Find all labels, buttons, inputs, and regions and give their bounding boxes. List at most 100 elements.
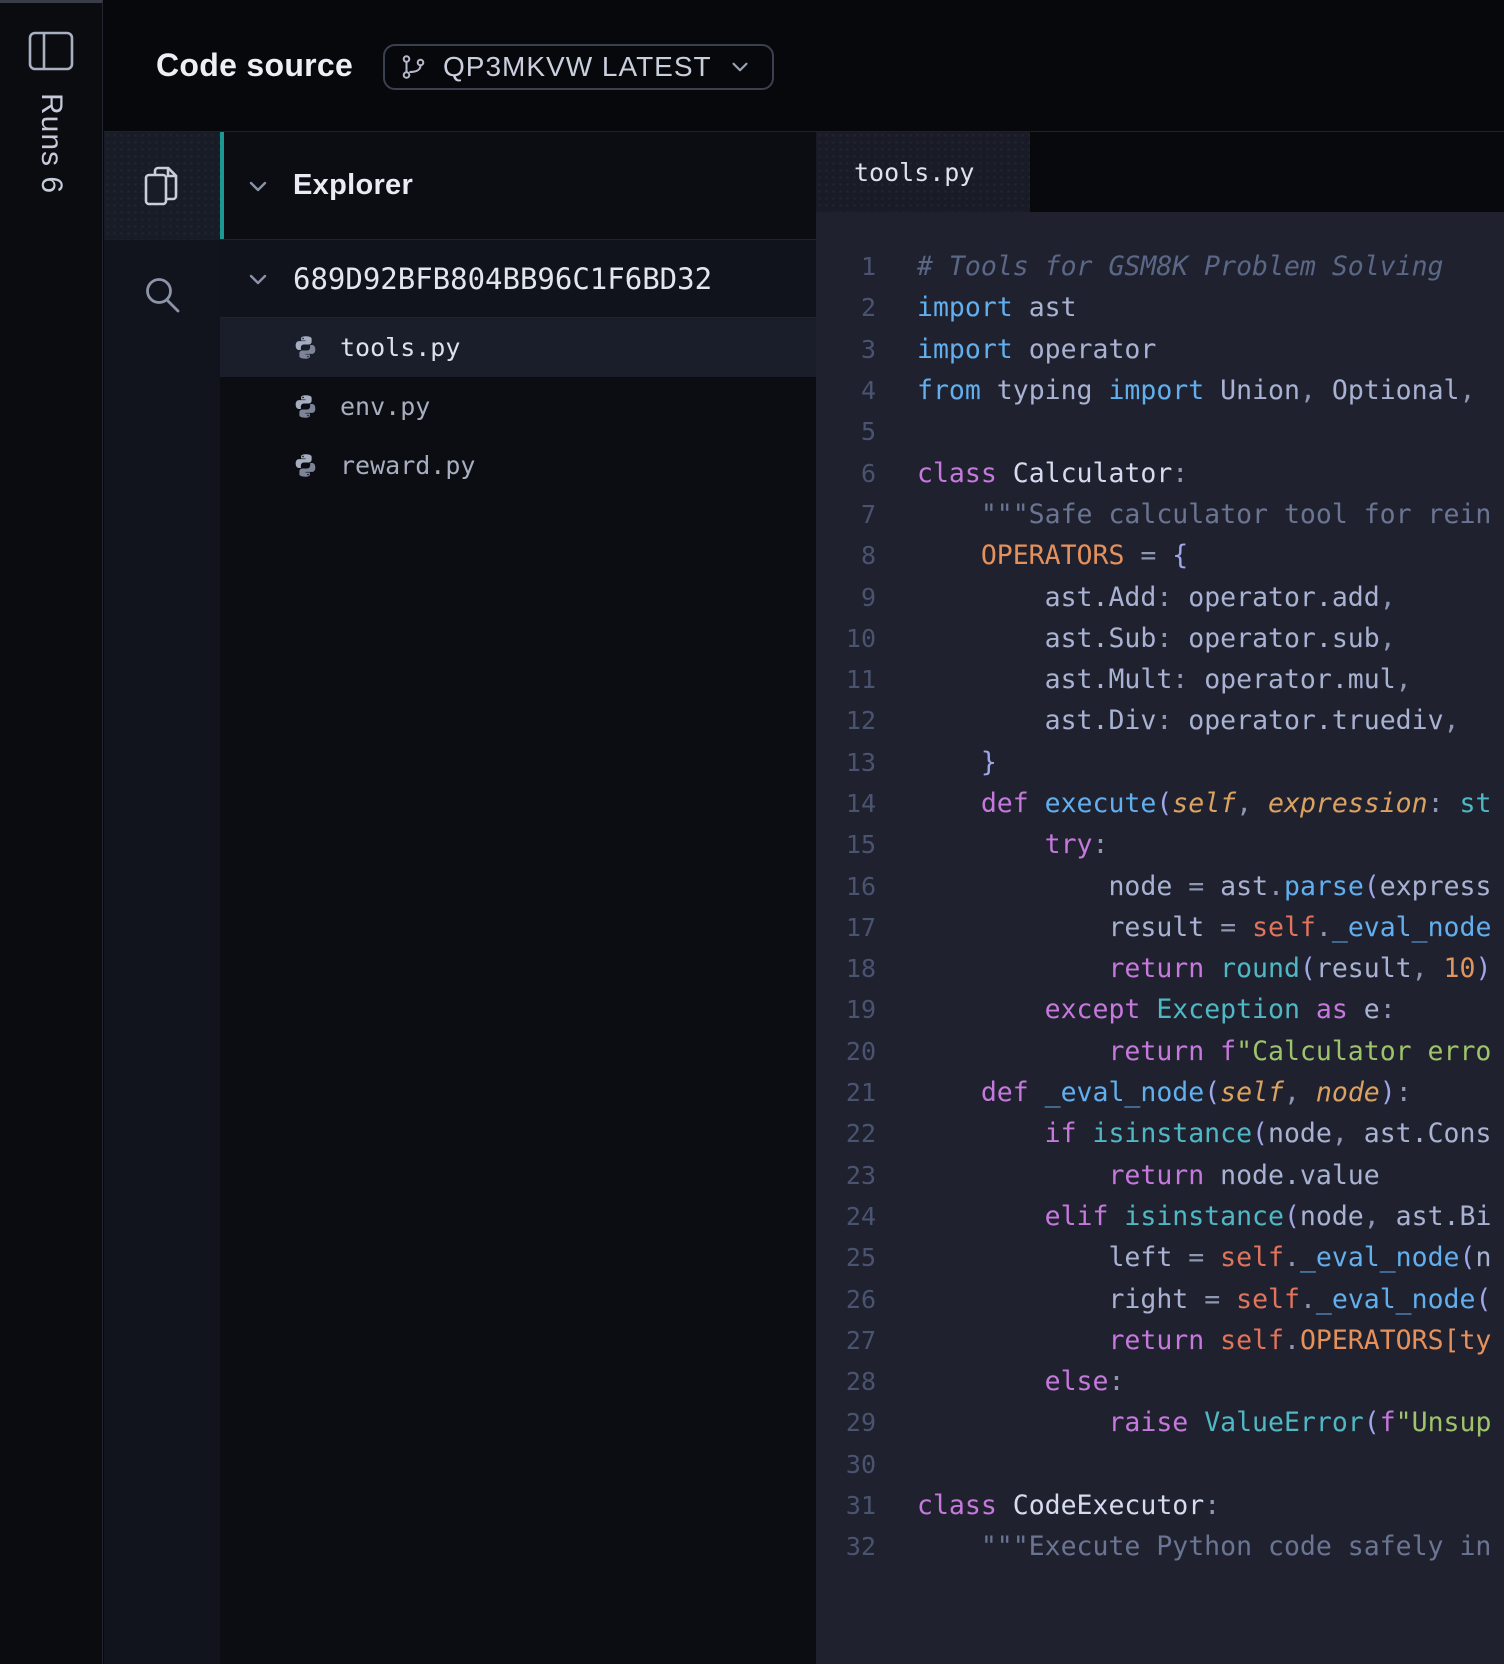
line-number: 28 — [816, 1367, 876, 1396]
line-text: return f"Calculator erro — [917, 1036, 1491, 1067]
python-file-icon — [292, 393, 319, 420]
python-file-icon — [292, 334, 319, 361]
line-text: """Safe calculator tool for rein — [917, 499, 1491, 530]
line-number: 10 — [816, 624, 876, 653]
search-icon — [140, 274, 184, 318]
version-selector-button[interactable]: QP3MKVW LATEST — [383, 44, 774, 90]
line-text: ast.Div: operator.truediv, — [917, 705, 1460, 736]
folder-row[interactable]: 689D92BFB804BB96C1F6BD32 — [220, 240, 816, 318]
line-number: 9 — [816, 583, 876, 612]
panel-toggle-button[interactable] — [28, 29, 78, 73]
code-line-14: 14 def execute(self, expression: st — [816, 783, 1504, 824]
file-item-reward.py[interactable]: reward.py — [220, 436, 816, 495]
code-line-3: 3 import operator — [816, 329, 1504, 370]
runs-tab[interactable]: Runs 6 — [34, 93, 68, 194]
file-item-env.py[interactable]: env.py — [220, 377, 816, 436]
code-line-28: 28 else: — [816, 1361, 1504, 1402]
line-text: ast.Mult: operator.mul, — [917, 664, 1412, 695]
top-header: Code source QP3MKVW LATEST — [104, 0, 1504, 132]
tab-label: tools.py — [854, 158, 974, 187]
line-number: 11 — [816, 665, 876, 694]
line-text: else: — [917, 1366, 1124, 1397]
line-number: 16 — [816, 872, 876, 901]
line-number: 1 — [816, 252, 876, 281]
line-text: raise ValueError(f"Unsup — [917, 1407, 1491, 1438]
line-text: } — [917, 747, 997, 778]
line-text: return self.OPERATORS[ty — [917, 1325, 1491, 1356]
line-number: 24 — [816, 1202, 876, 1231]
code-line-31: 31 class CodeExecutor: — [816, 1485, 1504, 1526]
line-text: elif isinstance(node, ast.Bi — [917, 1201, 1491, 1232]
line-number: 20 — [816, 1037, 876, 1066]
line-text: class Calculator: — [917, 458, 1188, 489]
code-line-4: 4from typing import Union, Optional, — [816, 370, 1504, 411]
git-branch-icon — [401, 54, 427, 80]
activity-files-view[interactable] — [104, 132, 220, 240]
folder-name: 689D92BFB804BB96C1F6BD32 — [293, 262, 712, 296]
editor-panel: tools.py 1 # Tools for GSM8K Problem Solv… — [816, 132, 1504, 1664]
code-line-26: 26 right = self._eval_node( — [816, 1278, 1504, 1319]
code-line-29: 29 raise ValueError(f"Unsup — [816, 1402, 1504, 1443]
line-text: node = ast.parse(express — [917, 871, 1491, 902]
files-icon — [139, 163, 185, 209]
line-text: OPERATORS = { — [917, 540, 1188, 571]
line-number: 21 — [816, 1078, 876, 1107]
code-line-24: 24 elif isinstance(node, ast.Bi — [816, 1196, 1504, 1237]
explorer-header[interactable]: Explorer — [220, 132, 816, 240]
file-name: env.py — [340, 392, 430, 421]
code-line-23: 23 return node.value — [816, 1155, 1504, 1196]
file-name: reward.py — [340, 451, 475, 480]
line-number: 26 — [816, 1285, 876, 1314]
code-line-12: 12 ast.Div: operator.truediv, — [816, 700, 1504, 741]
python-file-icon — [292, 452, 319, 479]
line-number: 18 — [816, 954, 876, 983]
line-number: 27 — [816, 1326, 876, 1355]
explorer-panel: Explorer 689D92BFB804BB96C1F6BD32 tools.… — [220, 132, 816, 1664]
code-line-32: 32 """Execute Python code safely in — [816, 1526, 1504, 1567]
line-number: 8 — [816, 541, 876, 570]
file-name: tools.py — [340, 333, 460, 362]
line-text: import ast — [917, 292, 1077, 323]
line-number: 6 — [816, 459, 876, 488]
code-line-13: 13 } — [816, 742, 1504, 783]
line-text: """Execute Python code safely in — [917, 1531, 1491, 1562]
file-list: tools.py env.py reward.py — [220, 318, 816, 495]
line-number: 13 — [816, 748, 876, 777]
line-number: 3 — [816, 335, 876, 364]
line-text: # Tools for GSM8K Problem Solving — [917, 251, 1444, 282]
line-number: 4 — [816, 376, 876, 405]
code-line-17: 17 result = self._eval_node — [816, 907, 1504, 948]
code-line-2: 2import ast — [816, 287, 1504, 328]
code-line-8: 8 OPERATORS = { — [816, 535, 1504, 576]
activity-bar — [104, 132, 220, 1664]
page-title: Code source — [156, 0, 353, 131]
code-line-18: 18 return round(result, 10) — [816, 948, 1504, 989]
file-item-tools.py[interactable]: tools.py — [220, 318, 816, 377]
line-text: left = self._eval_node(n — [917, 1242, 1491, 1273]
tab-tools-py[interactable]: tools.py — [816, 132, 1030, 212]
line-text: result = self._eval_node — [917, 912, 1491, 943]
line-number: 19 — [816, 995, 876, 1024]
line-number: 30 — [816, 1450, 876, 1479]
code-area[interactable]: 1 # Tools for GSM8K Problem Solving 2impor… — [816, 212, 1504, 1664]
line-text: return node.value — [917, 1160, 1380, 1191]
left-rail: Runs 6 — [0, 0, 103, 1664]
code-line-11: 11 ast.Mult: operator.mul, — [816, 659, 1504, 700]
activity-search-view[interactable] — [104, 240, 220, 352]
code-line-21: 21 def _eval_node(self, node): — [816, 1072, 1504, 1113]
code-line-7: 7 """Safe calculator tool for rein — [816, 494, 1504, 535]
line-number: 31 — [816, 1491, 876, 1520]
line-number: 17 — [816, 913, 876, 942]
line-text: try: — [917, 829, 1108, 860]
line-number: 23 — [816, 1161, 876, 1190]
line-text: import operator — [917, 334, 1156, 365]
code-line-5: 5 — [816, 411, 1504, 452]
line-text: class CodeExecutor: — [917, 1490, 1220, 1521]
code-line-25: 25 left = self._eval_node(n — [816, 1237, 1504, 1278]
panel-toggle-icon — [28, 31, 78, 71]
line-text: ast.Sub: operator.sub, — [917, 623, 1396, 654]
line-text: def _eval_node(self, node): — [917, 1077, 1412, 1108]
line-number: 22 — [816, 1119, 876, 1148]
code-line-20: 20 return f"Calculator erro — [816, 1031, 1504, 1072]
version-label: QP3MKVW LATEST — [443, 51, 712, 83]
